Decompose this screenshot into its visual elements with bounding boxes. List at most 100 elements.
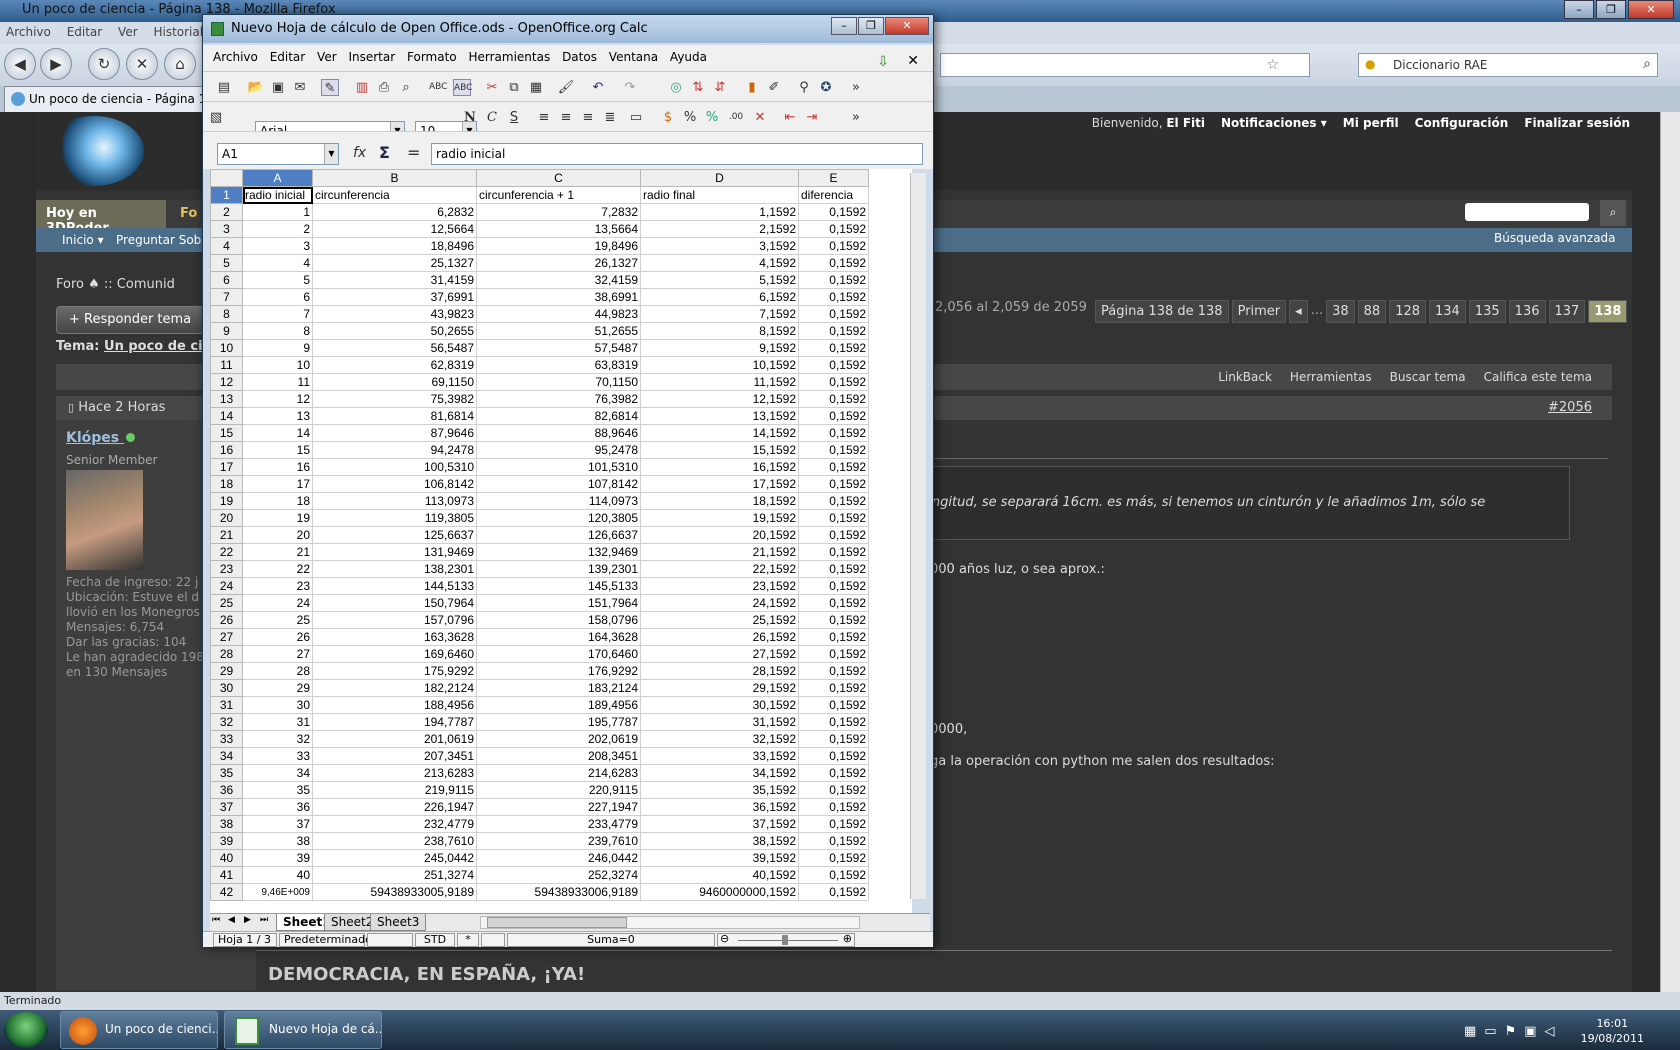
cell[interactable]: 13,5664: [476, 220, 641, 238]
cell[interactable]: 81,6814: [312, 407, 477, 425]
row-header[interactable]: 25: [210, 594, 243, 612]
cell[interactable]: 7,2832: [476, 203, 641, 221]
cell[interactable]: 23: [242, 577, 313, 595]
chart-icon[interactable]: ▮: [743, 79, 761, 96]
cell[interactable]: 0,1592: [798, 730, 869, 748]
cell[interactable]: 138,2301: [312, 560, 477, 578]
cell[interactable]: 16,1592: [640, 458, 799, 476]
close-button[interactable]: ✕: [1628, 0, 1674, 19]
tray-app-icon[interactable]: ▦: [1464, 1024, 1476, 1039]
cell[interactable]: 26,1327: [476, 254, 641, 272]
row-header[interactable]: 42: [210, 883, 243, 901]
cell[interactable]: 27: [242, 645, 313, 663]
clock[interactable]: 16:01 19/08/2011: [1581, 1016, 1644, 1046]
hyperlink-icon[interactable]: ◎: [667, 79, 685, 96]
cell[interactable]: 151,7964: [476, 594, 641, 612]
cell[interactable]: 31: [242, 713, 313, 731]
cell[interactable]: 26: [242, 628, 313, 646]
cell[interactable]: 20: [242, 526, 313, 544]
cell[interactable]: 36: [242, 798, 313, 816]
pager-page[interactable]: 135: [1468, 300, 1506, 323]
cell[interactable]: 17,1592: [640, 475, 799, 493]
cell[interactable]: 3,1592: [640, 237, 799, 255]
cell[interactable]: 0,1592: [798, 543, 869, 561]
italic-icon[interactable]: C: [483, 109, 501, 126]
row-header[interactable]: 20: [210, 509, 243, 527]
redo-icon[interactable]: ↷: [621, 79, 639, 96]
cell[interactable]: 19: [242, 509, 313, 527]
cell[interactable]: 27,1592: [640, 645, 799, 663]
spreadsheet-grid[interactable]: A B C D E 1 radio inicial circunferencia…: [210, 169, 912, 913]
advanced-search-link[interactable]: Búsqueda avanzada: [1494, 231, 1616, 245]
cell[interactable]: 5,1592: [640, 271, 799, 289]
cell[interactable]: 0,1592: [798, 781, 869, 799]
cell[interactable]: 12,5664: [312, 220, 477, 238]
cell[interactable]: 169,6460: [312, 645, 477, 663]
cell[interactable]: 0,1592: [798, 645, 869, 663]
status-mode[interactable]: STD: [415, 933, 455, 947]
cell[interactable]: 34: [242, 764, 313, 782]
cell[interactable]: 0,1592: [798, 611, 869, 629]
cell[interactable]: 38,1592: [640, 832, 799, 850]
current-user-link[interactable]: El Fiti: [1166, 116, 1205, 130]
cell[interactable]: 188,4956: [312, 696, 477, 714]
cell[interactable]: 18,1592: [640, 492, 799, 510]
sort-ascending-icon[interactable]: ⇅: [689, 79, 707, 96]
forum-search-input[interactable]: [1465, 203, 1589, 221]
cell[interactable]: 51,2655: [476, 322, 641, 340]
profile-link[interactable]: Mi perfil: [1343, 116, 1399, 130]
cut-icon[interactable]: ✂: [483, 79, 501, 96]
search-icon[interactable]: ⌕: [1643, 56, 1651, 72]
cell[interactable]: 39,1592: [640, 849, 799, 867]
row-header[interactable]: 4: [210, 237, 243, 255]
row-header[interactable]: 8: [210, 305, 243, 323]
taskbar-calc[interactable]: Nuevo Hoja de cá...: [224, 1011, 382, 1049]
calc-menu-formato[interactable]: Formato: [403, 45, 461, 64]
calc-maximize-button[interactable]: ❐: [858, 17, 884, 35]
cell[interactable]: 24,1592: [640, 594, 799, 612]
styles-icon[interactable]: ▧: [207, 109, 225, 126]
pager-page[interactable]: 134: [1429, 300, 1466, 323]
cell[interactable]: 25,1327: [312, 254, 477, 272]
column-header[interactable]: C: [476, 169, 641, 187]
align-left-icon[interactable]: ≡: [535, 109, 553, 126]
cell[interactable]: 44,9823: [476, 305, 641, 323]
calc-menu-archivo[interactable]: Archivo: [209, 45, 262, 64]
cell[interactable]: 2: [242, 220, 313, 238]
paste-icon[interactable]: ▦: [527, 79, 545, 96]
cell[interactable]: 0,1592: [798, 203, 869, 221]
cell[interactable]: 251,3274: [312, 866, 477, 884]
open-icon[interactable]: 📂: [247, 79, 265, 96]
cell[interactable]: 88,9646: [476, 424, 641, 442]
cell[interactable]: 31,1592: [640, 713, 799, 731]
row-header[interactable]: 11: [210, 356, 243, 374]
copy-icon[interactable]: ⧉: [505, 79, 523, 96]
cell[interactable]: 37: [242, 815, 313, 833]
row-header[interactable]: 15: [210, 424, 243, 442]
cell[interactable]: 82,6814: [476, 407, 641, 425]
cell[interactable]: 226,1947: [312, 798, 477, 816]
row-header[interactable]: 26: [210, 611, 243, 629]
add-decimal-icon[interactable]: .00: [727, 109, 745, 126]
undo-icon[interactable]: ↶: [589, 79, 607, 96]
cell[interactable]: 14,1592: [640, 424, 799, 442]
cell[interactable]: radio inicial: [242, 186, 313, 204]
format-paintbrush-icon[interactable]: 🖌: [557, 79, 575, 96]
row-header[interactable]: 22: [210, 543, 243, 561]
cell[interactable]: 69,1150: [312, 373, 477, 391]
cell[interactable]: 14: [242, 424, 313, 442]
calc-menu-insertar[interactable]: Insertar: [344, 45, 399, 64]
cell[interactable]: 107,8142: [476, 475, 641, 493]
calc-close-button[interactable]: ✕: [885, 17, 929, 35]
cell[interactable]: 202,0619: [476, 730, 641, 748]
row-header[interactable]: 21: [210, 526, 243, 544]
menu-editar[interactable]: Editar: [61, 22, 109, 42]
cell[interactable]: 37,6991: [312, 288, 477, 306]
pager-page[interactable]: 88: [1357, 300, 1387, 323]
tray-network-icon[interactable]: ▭: [1484, 1024, 1496, 1039]
cell[interactable]: 10: [242, 356, 313, 374]
cell[interactable]: 11,1592: [640, 373, 799, 391]
cell[interactable]: 220,9115: [476, 781, 641, 799]
tab-hoy-en-3dpoder[interactable]: Hoy en 3DPoder: [36, 200, 166, 236]
cell[interactable]: 24: [242, 594, 313, 612]
